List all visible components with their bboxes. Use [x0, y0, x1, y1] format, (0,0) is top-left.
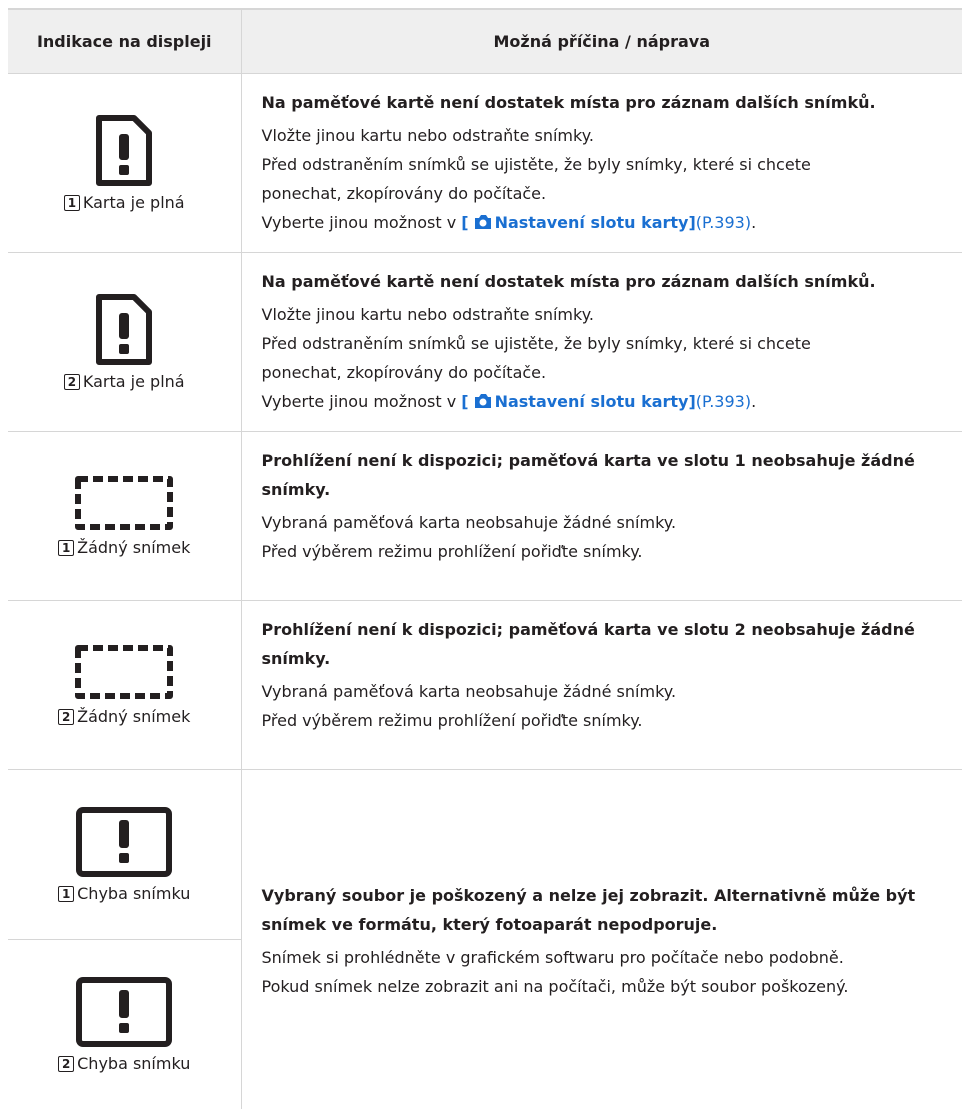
- reference-suffix: .: [751, 213, 756, 232]
- slot-badge: 1: [58, 540, 74, 556]
- camera-icon: [473, 214, 493, 230]
- table-row: 2 Žádný snímek Prohlížení není k dispozi…: [8, 601, 962, 770]
- reference-line: Vyberte jinou možnost v [ Nastavení slotu…: [262, 387, 949, 416]
- indicator-caption: 2 Žádný snímek: [58, 706, 190, 728]
- card-slot-settings-link[interactable]: [ Nastavení slotu karty]: [461, 392, 696, 411]
- indicator-caption: 1 Karta je plná: [64, 192, 185, 214]
- link-label: [: [461, 392, 468, 411]
- indicator-caption: 1 Chyba snímku: [58, 883, 190, 905]
- table-row: 1 Karta je plná Na paměťové kartě není d…: [8, 74, 962, 253]
- row-line: ponechat, zkopírovány do počítače.: [262, 179, 949, 208]
- slot-badge: 2: [58, 709, 74, 725]
- reference-line: Vyberte jinou možnost v [ Nastavení slotu…: [262, 208, 949, 237]
- table-row: 1 Chyba snímku 2 Chyba snímku: [8, 770, 962, 1109]
- caption-text: Žádný snímek: [77, 706, 190, 728]
- description-cell: Na paměťové kartě není dostatek místa pr…: [241, 74, 962, 253]
- camera-icon: [473, 393, 493, 409]
- image-error-icon: [74, 975, 174, 1049]
- slot-badge: 2: [58, 1056, 74, 1072]
- row-title: Prohlížení není k dispozici; paměťová ka…: [262, 446, 949, 504]
- no-image-icon: [72, 642, 176, 702]
- row-title: Vybraný soubor je poškozený a nelze jej …: [262, 881, 949, 939]
- description-cell: Prohlížení není k dispozici; paměťová ka…: [241, 432, 962, 601]
- indicator-caption: 1 Žádný snímek: [58, 537, 190, 559]
- header-indication: Indikace na displeji: [8, 9, 241, 74]
- table-row: 2 Karta je plná Na paměťové kartě není d…: [8, 253, 962, 432]
- page-ref-link[interactable]: (P.393): [696, 392, 751, 411]
- row-line: Vybraná paměťová karta neobsahuje žádné …: [262, 508, 949, 537]
- indicator-caption: 2 Chyba snímku: [58, 1053, 190, 1075]
- description-cell: Vybraný soubor je poškozený a nelze jej …: [241, 770, 962, 1109]
- row-line: Před odstraněním snímků se ujistěte, že …: [262, 329, 949, 358]
- row-line: ponechat, zkopírovány do počítače.: [262, 358, 949, 387]
- card-full-icon: [94, 292, 154, 367]
- card-full-icon: [94, 113, 154, 188]
- row-title: Na paměťové kartě není dostatek místa pr…: [262, 267, 949, 296]
- indicator-cell: 1 Žádný snímek: [8, 432, 241, 601]
- indicator-caption: 2 Karta je plná: [64, 371, 185, 393]
- reference-suffix: .: [751, 392, 756, 411]
- row-line: Před výběrem režimu prohlížení pořiďte s…: [262, 537, 949, 566]
- reference-prefix: Vyberte jinou možnost v: [262, 392, 462, 411]
- slot-badge: 1: [58, 886, 74, 902]
- slot-badge: 1: [64, 195, 80, 211]
- row-line: Před odstraněním snímků se ujistěte, že …: [262, 150, 949, 179]
- row-line: Vložte jinou kartu nebo odstraňte snímky…: [262, 300, 949, 329]
- link-label-rest: Nastavení slotu karty]: [495, 392, 696, 411]
- indicator-cell: 2 Karta je plná: [8, 253, 241, 432]
- caption-text: Žádný snímek: [77, 537, 190, 559]
- description-cell: Na paměťové kartě není dostatek místa pr…: [241, 253, 962, 432]
- page-ref-link[interactable]: (P.393): [696, 213, 751, 232]
- slot-badge: 2: [64, 374, 80, 390]
- reference-prefix: Vyberte jinou možnost v: [262, 213, 462, 232]
- card-slot-settings-link[interactable]: [ Nastavení slotu karty]: [461, 213, 696, 232]
- header-cause: Možná příčina / náprava: [241, 9, 962, 74]
- error-table: Indikace na displeji Možná příčina / náp…: [8, 8, 962, 1109]
- no-image-icon: [72, 473, 176, 533]
- indicator-cell: 1 Chyba snímku 2 Chyba snímku: [8, 770, 241, 1109]
- row-line: Vložte jinou kartu nebo odstraňte snímky…: [262, 121, 949, 150]
- caption-text: Karta je plná: [83, 192, 185, 214]
- caption-text: Karta je plná: [83, 371, 185, 393]
- indicator-cell: 2 Žádný snímek: [8, 601, 241, 770]
- table-header-row: Indikace na displeji Možná příčina / náp…: [8, 9, 962, 74]
- row-line: Vybraná paměťová karta neobsahuje žádné …: [262, 677, 949, 706]
- caption-text: Chyba snímku: [77, 1053, 190, 1075]
- table-row: 1 Žádný snímek Prohlížení není k dispozi…: [8, 432, 962, 601]
- indicator-slot-1: 1 Chyba snímku: [8, 770, 241, 940]
- link-label: [: [461, 213, 468, 232]
- link-label-rest: Nastavení slotu karty]: [495, 213, 696, 232]
- row-line: Snímek si prohlédněte v grafickém softwa…: [262, 943, 949, 972]
- row-line: Před výběrem režimu prohlížení pořiďte s…: [262, 706, 949, 735]
- image-error-icon: [74, 805, 174, 879]
- page: Indikace na displeji Možná příčina / náp…: [0, 0, 971, 1078]
- row-title: Prohlížení není k dispozici; paměťová ka…: [262, 615, 949, 673]
- description-cell: Prohlížení není k dispozici; paměťová ka…: [241, 601, 962, 770]
- indicator-slot-2: 2 Chyba snímku: [8, 940, 241, 1109]
- row-title: Na paměťové kartě není dostatek místa pr…: [262, 88, 949, 117]
- caption-text: Chyba snímku: [77, 883, 190, 905]
- indicator-cell: 1 Karta je plná: [8, 74, 241, 253]
- row-line: Pokud snímek nelze zobrazit ani na počít…: [262, 972, 949, 1001]
